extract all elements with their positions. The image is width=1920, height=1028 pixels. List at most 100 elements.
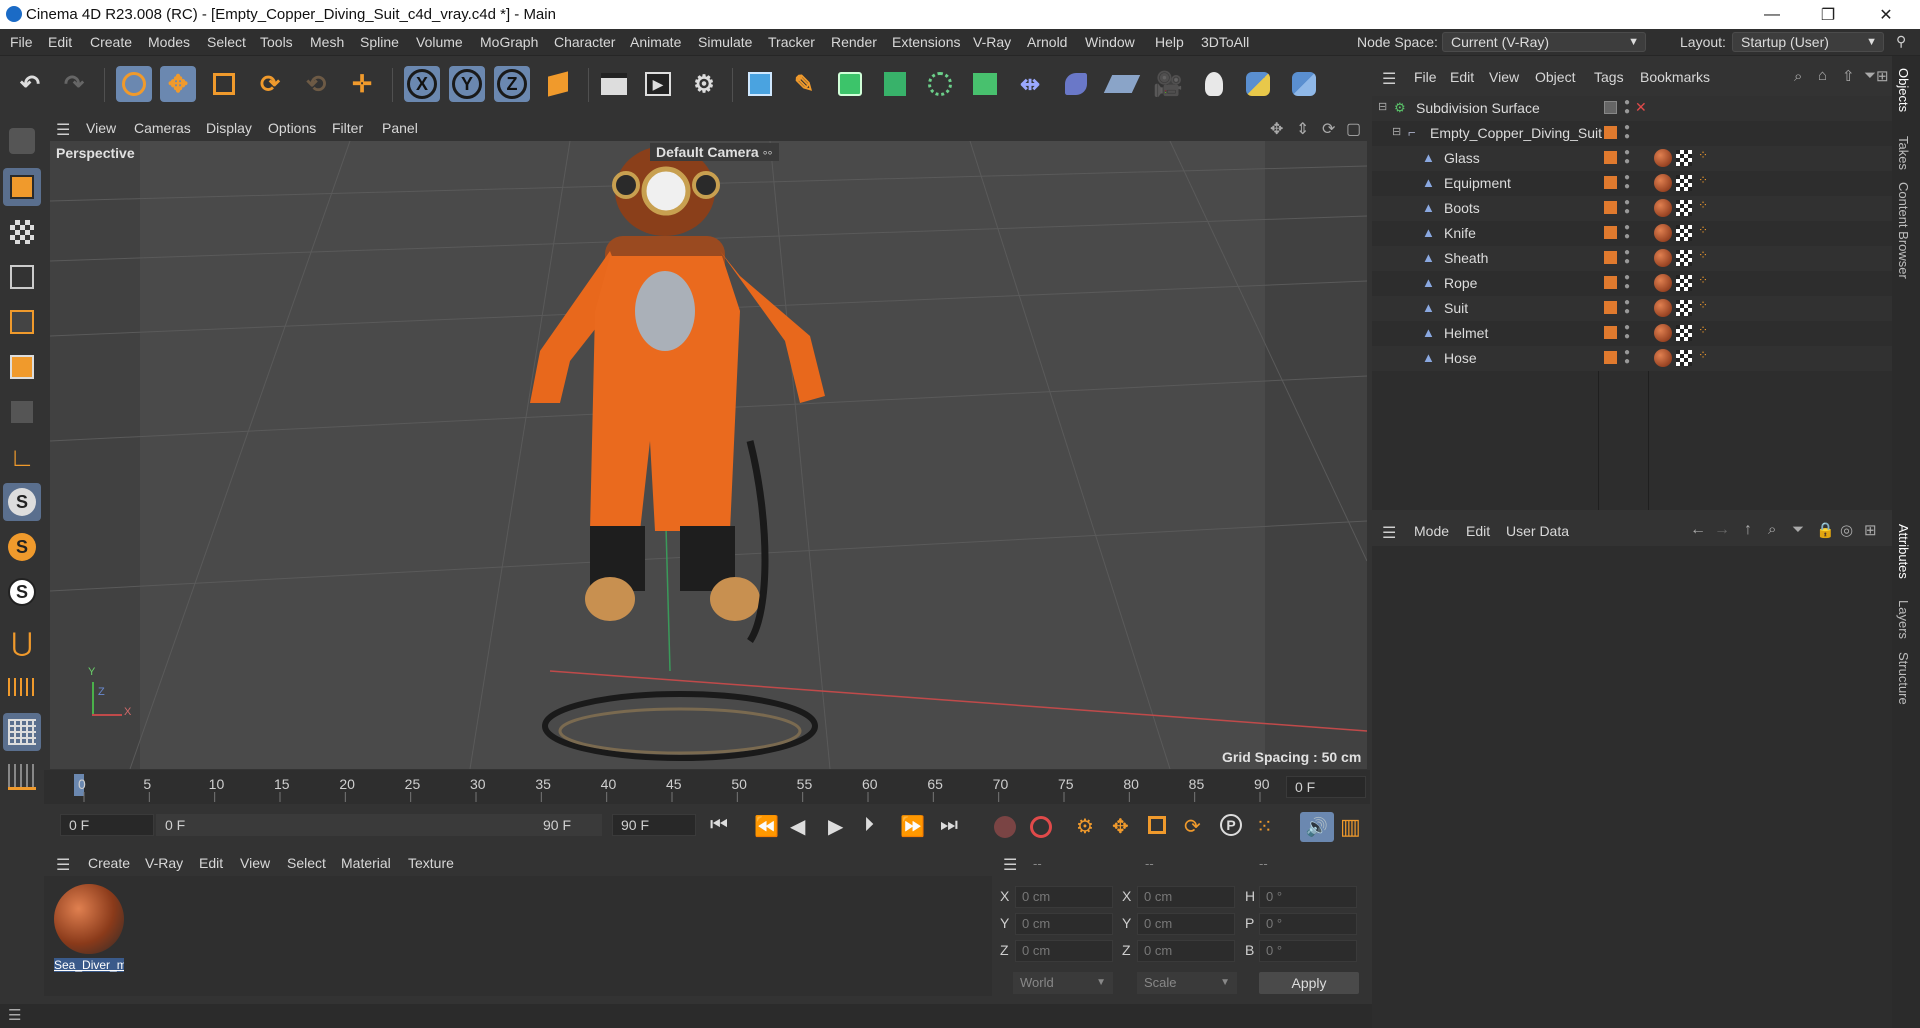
layer-color-swatch[interactable]: [1604, 151, 1617, 164]
render-to-picture-viewer-button[interactable]: ▶: [640, 66, 676, 102]
hamburger-icon[interactable]: ☰: [1382, 523, 1396, 543]
viewport-menu-options[interactable]: Options: [268, 120, 316, 136]
material-menu-material[interactable]: Material: [341, 855, 391, 871]
uvw-tag-icon[interactable]: [1676, 300, 1692, 316]
object-menu-view[interactable]: View: [1489, 69, 1519, 85]
visibility-dots-icon[interactable]: ● ●: [1624, 198, 1630, 217]
texture-mode-button[interactable]: [3, 213, 41, 251]
node-space-dropdown[interactable]: Current (V-Ray) ▼: [1442, 32, 1646, 52]
disabled-x-icon[interactable]: ✕: [1635, 99, 1647, 116]
material-tag-icon[interactable]: [1654, 274, 1672, 292]
layout-pin-icon[interactable]: ⚲: [1896, 33, 1916, 51]
next-frame-button[interactable]: ⏵: [864, 814, 874, 837]
rotation-h-field[interactable]: 0 °: [1259, 886, 1357, 908]
uvw-tag-icon[interactable]: [1676, 350, 1692, 366]
object-row[interactable]: ▲ Hose ● ● ⁘: [1372, 346, 1892, 371]
hamburger-icon[interactable]: ☰: [8, 1006, 21, 1024]
scale-tool-button[interactable]: [206, 66, 242, 102]
uvw-tag-icon[interactable]: [1676, 175, 1692, 191]
object-row[interactable]: ▲ Glass ● ● ⁘: [1372, 146, 1892, 171]
camera-button[interactable]: 🎥: [1150, 66, 1186, 102]
y-axis-lock-button[interactable]: Y: [449, 66, 485, 102]
size-z-field[interactable]: 0 cm: [1137, 940, 1235, 962]
extrude-button[interactable]: [877, 66, 913, 102]
rotation-b-field[interactable]: 0 °: [1259, 940, 1357, 962]
material-tag-icon[interactable]: [1654, 349, 1672, 367]
minimize-button[interactable]: —: [1744, 0, 1800, 29]
menu-mograph[interactable]: MoGraph: [480, 34, 538, 50]
vray-tag-icon[interactable]: ⁘: [1698, 173, 1708, 187]
menu-animate[interactable]: Animate: [630, 34, 681, 50]
filter-icon[interactable]: ⏷: [1864, 67, 1876, 84]
sound-scrub-button[interactable]: 🔊: [1300, 812, 1334, 842]
menu-modes[interactable]: Modes: [148, 34, 190, 50]
material-tag-icon[interactable]: [1654, 249, 1672, 267]
filter-icon[interactable]: ⏷: [1792, 521, 1804, 538]
rotate-tool-button[interactable]: ⟳: [252, 66, 288, 102]
uv-mode-button[interactable]: [3, 393, 41, 431]
uvw-tag-icon[interactable]: [1676, 225, 1692, 241]
menu-tools[interactable]: Tools: [260, 34, 293, 50]
new-panel-icon[interactable]: ⊞: [1864, 521, 1877, 539]
keyframe-selection-icon[interactable]: ⚙: [1076, 814, 1094, 839]
layer-color-swatch[interactable]: [1604, 201, 1617, 214]
material-tag-icon[interactable]: [1654, 324, 1672, 342]
hamburger-icon[interactable]: ☰: [1382, 69, 1396, 89]
visibility-dots-icon[interactable]: ● ●: [1624, 173, 1630, 192]
viewport-menu-cameras[interactable]: Cameras: [134, 120, 191, 136]
floor-button[interactable]: [1103, 66, 1141, 102]
light-button[interactable]: [1196, 66, 1232, 102]
material-menu-view[interactable]: View: [240, 855, 270, 871]
layer-color-swatch[interactable]: [1604, 226, 1617, 239]
x-axis-lock-button[interactable]: X: [404, 66, 440, 102]
key-parameter-icon[interactable]: P: [1220, 814, 1242, 836]
layer-color-swatch[interactable]: [1604, 251, 1617, 264]
3d-viewport[interactable]: Perspective Default Camera ◦◦ Grid Spaci…: [50, 141, 1367, 769]
menu-3dtoall[interactable]: 3DToAll: [1201, 34, 1249, 50]
vray-tag-icon[interactable]: ⁘: [1698, 223, 1708, 237]
end-frame-field[interactable]: 90 F: [612, 814, 696, 836]
position-x-field[interactable]: 0 cm: [1015, 886, 1113, 908]
material-swatch[interactable]: Sea_Diver_m: [54, 884, 124, 976]
redo-button[interactable]: ↷: [56, 66, 92, 102]
start-frame-field[interactable]: 0 F: [60, 814, 154, 836]
vray-tag-icon[interactable]: ⁘: [1698, 323, 1708, 337]
object-row[interactable]: ▲ Helmet ● ● ⁘: [1372, 321, 1892, 346]
viewport-menu-panel[interactable]: Panel: [382, 120, 418, 136]
object-row[interactable]: ⊟ ⌐ Empty_Copper_Diving_Suit ● ●: [1372, 121, 1892, 146]
object-menu-edit[interactable]: Edit: [1450, 69, 1474, 85]
go-to-start-button[interactable]: ⏮: [710, 814, 728, 837]
uvw-tag-icon[interactable]: [1676, 200, 1692, 216]
viewport-menu-filter[interactable]: Filter: [332, 120, 363, 136]
vray-tag-icon[interactable]: ⁘: [1698, 248, 1708, 262]
menu-render[interactable]: Render: [831, 34, 877, 50]
object-menu-bookmarks[interactable]: Bookmarks: [1640, 69, 1710, 85]
live-selection-button[interactable]: [116, 66, 152, 102]
mograph-button[interactable]: [967, 66, 1003, 102]
tab-layers[interactable]: Layers: [1896, 600, 1911, 639]
vray-tag-icon[interactable]: ⁘: [1698, 273, 1708, 287]
uvw-tag-icon[interactable]: [1676, 325, 1692, 341]
object-row[interactable]: ▲ Sheath ● ● ⁘: [1372, 246, 1892, 271]
material-tag-icon[interactable]: [1654, 174, 1672, 192]
restore-button[interactable]: ❐: [1800, 0, 1856, 29]
polygons-mode-button[interactable]: [3, 348, 41, 386]
material-menu-create[interactable]: Create: [88, 855, 130, 871]
uvw-tag-icon[interactable]: [1676, 250, 1692, 266]
visibility-dots-icon[interactable]: ● ●: [1624, 248, 1630, 267]
search-icon[interactable]: ⌕: [1794, 68, 1802, 85]
key-scale-icon[interactable]: [1148, 816, 1166, 834]
record-button[interactable]: [994, 816, 1016, 838]
workplane-button[interactable]: [3, 668, 41, 706]
layout-dropdown[interactable]: Startup (User) ▼: [1732, 32, 1884, 52]
layer-color-swatch[interactable]: [1604, 276, 1617, 289]
material-tag-icon[interactable]: [1654, 149, 1672, 167]
object-menu-tags[interactable]: Tags: [1594, 69, 1624, 85]
menu-tracker[interactable]: Tracker: [768, 34, 815, 50]
rotate-view-icon[interactable]: ⟳: [1322, 119, 1335, 139]
object-menu-object[interactable]: Object: [1535, 69, 1575, 85]
material-menu-select[interactable]: Select: [287, 855, 326, 871]
apply-button[interactable]: Apply: [1259, 972, 1359, 994]
layer-color-swatch[interactable]: [1604, 176, 1617, 189]
hamburger-icon[interactable]: ☰: [56, 855, 70, 875]
